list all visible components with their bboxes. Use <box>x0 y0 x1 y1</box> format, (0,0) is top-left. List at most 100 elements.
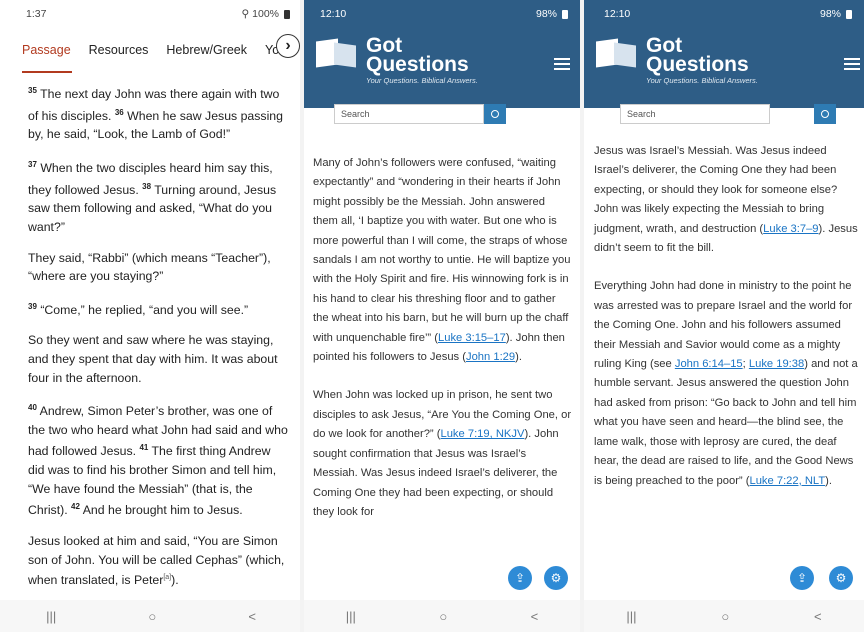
tab-resources[interactable]: Resources <box>89 43 149 57</box>
text-run: And he brought him to Jesus. <box>79 503 243 518</box>
text-run: Jesus looked at him and said, “You are S… <box>28 534 285 588</box>
battery-level: 100% <box>252 8 279 20</box>
scripture-link[interactable]: Luke 7:19, NKJV <box>440 428 524 440</box>
hamburger-menu-icon[interactable] <box>554 58 570 73</box>
verse-number: 37 <box>28 159 37 169</box>
verse-number: 40 <box>28 403 37 413</box>
text-run: ). <box>515 351 522 364</box>
search-icon <box>491 110 499 118</box>
battery-icon <box>846 9 852 19</box>
verse-paragraph: 40 Andrew, Simon Peter’s brother, was on… <box>28 399 288 520</box>
text-run: They said, “Rabbi” (which means “Teacher… <box>28 250 271 284</box>
verse-number: 41 <box>139 443 149 453</box>
bible-app-screen: 1:37 ⚲ 100% Passage Resources Hebrew/Gree… <box>0 0 302 632</box>
verse-number: 39 <box>28 301 37 311</box>
scripture-link[interactable]: Luke 3:15–17 <box>438 332 506 344</box>
chevron-right-icon[interactable]: › <box>276 34 300 58</box>
verse-paragraph: 35 The next day John was there again wit… <box>28 82 288 144</box>
tab-hebrew-greek[interactable]: Hebrew/Greek <box>166 43 247 57</box>
bible-passage: 35 The next day John was there again wit… <box>0 82 302 590</box>
article-paragraph: Jesus was Israel’s Messiah. Was Jesus in… <box>594 142 860 258</box>
search-button[interactable] <box>814 104 836 124</box>
logo-line2: Questions <box>646 53 749 76</box>
recent-apps-button[interactable]: ||| <box>626 609 636 624</box>
text-run: ). John sought confirmation that Jesus w… <box>313 428 559 518</box>
verse-paragraph: They said, “Rabbi” (which means “Teacher… <box>28 249 288 286</box>
tab-passage[interactable]: Passage <box>22 43 71 57</box>
status-bar: 12:10 98% <box>304 0 580 28</box>
android-nav-bar: ||| ○ < <box>584 600 864 632</box>
article-paragraph: Many of John’s followers were confused, … <box>313 154 572 367</box>
status-bar: 1:37 ⚲ 100% <box>0 0 302 28</box>
search-icon <box>821 110 829 118</box>
speech-bubbles-icon <box>596 36 640 72</box>
hamburger-menu-icon[interactable] <box>844 58 860 73</box>
article-body: Many of John’s followers were confused, … <box>304 154 580 522</box>
verse-number: 36 <box>114 107 124 117</box>
verse-paragraph: 39 “Come,” he replied, “and you will see… <box>28 298 288 320</box>
text-run: So they went and saw where he was stayin… <box>28 333 278 385</box>
speech-bubbles-icon <box>316 36 360 72</box>
site-logo[interactable]: Got Questions Your Questions. Biblical Ans… <box>316 35 478 86</box>
wifi-icon: ⚲ <box>241 8 250 20</box>
gear-icon[interactable]: ⚙ <box>544 566 568 590</box>
footnote-link[interactable]: [a] <box>163 574 171 581</box>
site-header: 12:10 98% Got Questions Your Questions. Bi… <box>584 0 864 108</box>
gotquestions-screen-2: 12:10 98% Got Questions Your Questions. Bi… <box>584 0 864 632</box>
article-paragraph: When John was locked up in prison, he se… <box>313 386 572 522</box>
logo-tagline: Your Questions. Biblical Answers. <box>646 76 758 85</box>
text-run: Everything John had done in ministry to … <box>594 280 853 371</box>
text-run: Jesus was Israel’s Messiah. Was Jesus in… <box>594 145 838 235</box>
text-run: “Come,” he replied, “and you will see.” <box>36 302 249 317</box>
status-icons: 98% <box>820 8 852 20</box>
article-body: Jesus was Israel’s Messiah. Was Jesus in… <box>584 142 864 491</box>
search-input[interactable]: Search <box>334 104 484 124</box>
android-nav-bar: ||| ○ < <box>304 600 580 632</box>
text-run: ). <box>171 573 179 588</box>
scripture-link[interactable]: Luke 19:38 <box>749 358 804 370</box>
gear-icon[interactable]: ⚙ <box>829 566 853 590</box>
status-time: 12:10 <box>320 8 347 20</box>
active-tab-indicator <box>22 71 72 73</box>
text-run: ). <box>825 474 832 487</box>
home-button[interactable]: ○ <box>439 609 447 624</box>
battery-level: 98% <box>819 8 841 20</box>
status-icons: ⚲ 100% <box>241 8 290 20</box>
status-icons: 98% <box>536 8 568 20</box>
search-input[interactable]: Search <box>620 104 770 124</box>
text-run: Many of John’s followers were confused, … <box>313 157 571 344</box>
scripture-link[interactable]: Luke 7:22, NLT <box>749 475 825 487</box>
status-time: 1:37 <box>26 8 47 20</box>
back-button[interactable]: < <box>531 609 539 624</box>
recent-apps-button[interactable]: ||| <box>46 609 56 624</box>
gotquestions-screen-1: 12:10 98% Got Questions Your Questions. Bi… <box>304 0 580 632</box>
site-logo[interactable]: Got Questions Your Questions. Biblical Ans… <box>596 35 758 86</box>
battery-level: 98% <box>535 8 557 20</box>
logo-tagline: Your Questions. Biblical Answers. <box>366 76 478 85</box>
share-icon[interactable]: ⇪ <box>790 566 814 590</box>
home-button[interactable]: ○ <box>148 609 156 624</box>
back-button[interactable]: < <box>248 609 256 624</box>
verse-number: 35 <box>28 86 37 95</box>
text-run: ) and not a humble servant. Jesus answer… <box>594 358 858 487</box>
verse-number: 38 <box>142 181 152 191</box>
share-icon[interactable]: ⇪ <box>508 566 532 590</box>
battery-icon <box>284 9 290 19</box>
search-button[interactable] <box>484 104 506 124</box>
site-header: 12:10 98% Got Questions Your Questions. Bi… <box>304 0 580 108</box>
verse-paragraph: So they went and saw where he was stayin… <box>28 331 288 387</box>
scripture-link[interactable]: John 6:14–15 <box>675 358 743 370</box>
status-bar: 12:10 98% <box>584 0 864 28</box>
back-button[interactable]: < <box>814 609 822 624</box>
recent-apps-button[interactable]: ||| <box>346 609 356 624</box>
verse-paragraph: 37 When the two disciples heard him say … <box>28 156 288 237</box>
passage-tabs: Passage Resources Hebrew/Greek Yo › <box>0 28 302 73</box>
android-nav-bar: ||| ○ < <box>0 600 302 632</box>
article-paragraph: Everything John had done in ministry to … <box>594 277 860 490</box>
home-button[interactable]: ○ <box>721 609 729 624</box>
scripture-link[interactable]: Luke 3:7–9 <box>763 223 818 235</box>
verse-number: 42 <box>71 502 80 512</box>
verse-paragraph: Jesus looked at him and said, “You are S… <box>28 532 288 590</box>
scripture-link[interactable]: John 1:29 <box>466 351 515 363</box>
status-time: 12:10 <box>604 8 631 20</box>
